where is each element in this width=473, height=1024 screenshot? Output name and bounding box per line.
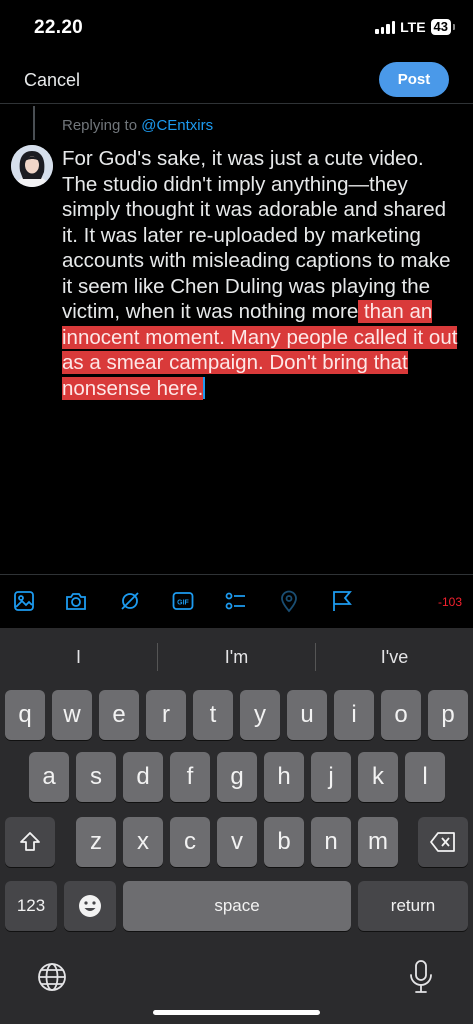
key-d[interactable]: d xyxy=(123,752,163,802)
status-indicators: LTE 43 xyxy=(375,19,456,35)
replying-to[interactable]: Replying to @CEntxirs xyxy=(62,117,213,134)
cancel-button[interactable]: Cancel xyxy=(24,70,80,91)
sparkle-icon[interactable] xyxy=(118,589,142,613)
key-s[interactable]: s xyxy=(76,752,116,802)
key-h[interactable]: h xyxy=(264,752,304,802)
camera-icon[interactable] xyxy=(64,589,88,613)
status-time: 22.20 xyxy=(34,17,84,38)
image-icon[interactable] xyxy=(12,589,36,613)
text-cursor xyxy=(203,376,206,399)
numbers-key[interactable]: 123 xyxy=(5,881,57,931)
thread-line xyxy=(33,106,35,140)
home-indicator[interactable] xyxy=(153,1010,320,1015)
avatar[interactable] xyxy=(11,145,53,187)
emoji-icon xyxy=(79,895,101,917)
emoji-key[interactable] xyxy=(64,881,116,931)
suggestion-bar: I I'm I've xyxy=(0,628,473,686)
character-count: -103 xyxy=(437,595,462,609)
compose-text-area[interactable]: For God's sake, it was just a cute video… xyxy=(62,146,462,401)
space-key[interactable]: space xyxy=(123,881,351,931)
post-button[interactable]: Post xyxy=(379,62,449,97)
key-l[interactable]: l xyxy=(405,752,445,802)
location-icon[interactable] xyxy=(277,589,301,613)
suggestion-2[interactable]: I'm xyxy=(158,628,315,686)
compose-header: Cancel Post xyxy=(0,58,473,104)
key-b[interactable]: b xyxy=(264,817,304,867)
key-x[interactable]: x xyxy=(123,817,163,867)
key-z[interactable]: z xyxy=(76,817,116,867)
microphone-icon[interactable] xyxy=(408,959,434,1000)
delete-key[interactable] xyxy=(418,817,468,867)
suggestion-3[interactable]: I've xyxy=(316,628,473,686)
key-v[interactable]: v xyxy=(217,817,257,867)
keyboard: I I'm I've q w e r t y u i o p a s d f g… xyxy=(0,628,473,1024)
key-o[interactable]: o xyxy=(381,690,421,740)
key-f[interactable]: f xyxy=(170,752,210,802)
key-r[interactable]: r xyxy=(146,690,186,740)
suggestion-1[interactable]: I xyxy=(0,628,157,686)
signal-icon xyxy=(375,20,396,34)
key-i[interactable]: i xyxy=(334,690,374,740)
key-q[interactable]: q xyxy=(5,690,45,740)
key-j[interactable]: j xyxy=(311,752,351,802)
key-a[interactable]: a xyxy=(29,752,69,802)
key-t[interactable]: t xyxy=(193,690,233,740)
key-c[interactable]: c xyxy=(170,817,210,867)
key-m[interactable]: m xyxy=(358,817,398,867)
key-e[interactable]: e xyxy=(99,690,139,740)
key-g[interactable]: g xyxy=(217,752,257,802)
poll-icon[interactable] xyxy=(224,589,248,613)
reply-handle[interactable]: @CEntxirs xyxy=(141,117,213,134)
compose-toolbar: GIF -103 xyxy=(0,574,473,628)
status-bar: 22.20 LTE 43 xyxy=(0,0,473,58)
key-k[interactable]: k xyxy=(358,752,398,802)
compose-text: For God's sake, it was just a cute video… xyxy=(62,147,451,323)
key-n[interactable]: n xyxy=(311,817,351,867)
shift-key[interactable] xyxy=(5,817,55,867)
svg-text:GIF: GIF xyxy=(177,600,189,607)
globe-icon[interactable] xyxy=(36,961,68,998)
shift-icon xyxy=(20,832,40,851)
battery-icon: 43 xyxy=(430,19,456,35)
key-u[interactable]: u xyxy=(287,690,327,740)
key-y[interactable]: y xyxy=(240,690,280,740)
backspace-icon xyxy=(430,832,455,852)
gif-icon[interactable]: GIF xyxy=(171,589,195,613)
key-w[interactable]: w xyxy=(52,690,92,740)
return-key[interactable]: return xyxy=(358,881,468,931)
key-p[interactable]: p xyxy=(428,690,468,740)
network-type: LTE xyxy=(400,19,426,35)
replying-to-prefix: Replying to xyxy=(62,117,142,134)
flag-icon[interactable] xyxy=(330,589,354,613)
